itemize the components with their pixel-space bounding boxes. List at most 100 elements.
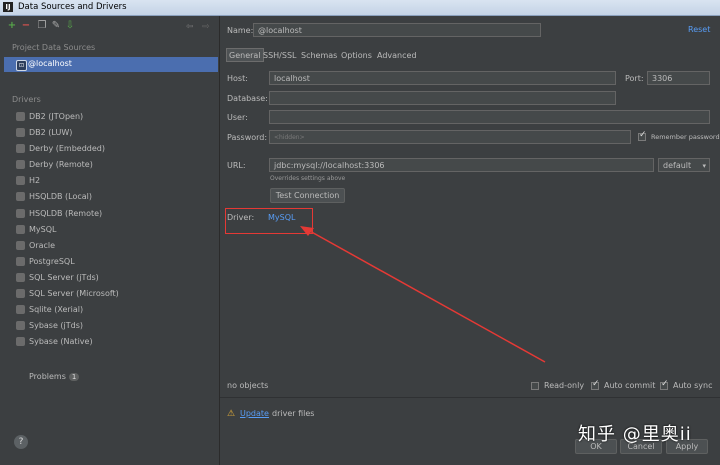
driver-item[interactable]: H2 <box>0 173 219 189</box>
port-input[interactable]: 3306 <box>647 71 710 85</box>
properties-icon[interactable]: ✎ <box>50 20 62 32</box>
driver-item-label: H2 <box>29 176 41 186</box>
driver-item[interactable]: HSQLDB (Local) <box>0 189 219 205</box>
user-label: User: <box>227 113 248 122</box>
driver-item-label: Sqlite (Xerial) <box>29 305 84 315</box>
db2-icon <box>16 112 25 121</box>
url-mode-value: default <box>663 161 692 170</box>
driver-item[interactable]: SQL Server (jTds) <box>0 270 219 286</box>
driver-item[interactable]: MySQL <box>0 222 219 238</box>
database-label: Database: <box>227 94 268 103</box>
url-mode-select[interactable]: default ▾ <box>658 158 710 172</box>
driver-item-label: DB2 (JTOpen) <box>29 112 84 121</box>
reset-link[interactable]: Reset <box>688 25 710 34</box>
project-data-sources-label: Project Data Sources <box>12 43 96 52</box>
driver-item[interactable]: SQL Server (Microsoft) <box>0 286 219 302</box>
driver-item-label: HSQLDB (Local) <box>29 192 93 202</box>
sybase-icon <box>16 321 25 331</box>
zhihu-watermark: 知乎 @里奥ii <box>578 424 692 445</box>
warning-icon: ⚠ <box>227 409 236 419</box>
driver-item[interactable]: Oracle <box>0 238 219 254</box>
driver-item[interactable]: PostgreSQL <box>0 254 219 270</box>
help-button[interactable]: ? <box>14 435 28 449</box>
tab-ssh-ssl[interactable]: SSH/SSL <box>260 48 299 62</box>
problems-item[interactable]: Problems 1 <box>29 372 80 381</box>
driver-item-label: Derby (Embedded) <box>29 144 105 154</box>
tab-schemas[interactable]: Schemas <box>298 48 340 62</box>
driver-item-label: PostgreSQL <box>29 256 75 266</box>
data-source-localhost[interactable]: ⊡ @localhost <box>4 57 218 72</box>
password-label: Password: <box>227 133 268 142</box>
driver-item[interactable]: Sybase (jTds) <box>0 318 219 334</box>
driver-item-label: Sybase (Native) <box>29 337 93 347</box>
derby-icon <box>16 160 25 170</box>
driver-item-label: Sybase (jTds) <box>29 321 84 331</box>
driver-item-label: MySQL <box>29 224 57 234</box>
hsqldb-icon <box>16 208 25 218</box>
driver-item-label: SQL Server (Microsoft) <box>29 289 119 299</box>
driver-item-label: Oracle <box>29 240 56 250</box>
problems-count-badge: 1 <box>68 373 80 381</box>
driver-item[interactable]: Derby (Embedded) <box>0 141 219 157</box>
nav-forward-icon[interactable]: ⇨ <box>202 22 210 32</box>
tab-advanced[interactable]: Advanced <box>374 48 420 62</box>
url-input[interactable]: jdbc:mysql://localhost:3306 <box>269 158 654 172</box>
auto-sync-checkbox[interactable] <box>660 379 669 390</box>
password-input[interactable]: <hidden> <box>269 130 631 144</box>
oracle-icon <box>16 240 25 250</box>
problems-label: Problems <box>29 372 66 381</box>
read-only-checkbox[interactable] <box>531 382 539 390</box>
driver-item-label: DB2 (LUW) <box>29 128 73 138</box>
remember-password-label: Remember password <box>651 133 720 141</box>
drivers-label: Drivers <box>12 95 41 104</box>
data-source-label: @localhost <box>28 59 72 68</box>
driver-item[interactable]: Sqlite (Xerial) <box>0 302 219 318</box>
driver-item[interactable]: Derby (Remote) <box>0 157 219 173</box>
driver-item-label: HSQLDB (Remote) <box>29 208 103 218</box>
driver-item[interactable]: DB2 (LUW) <box>0 125 219 141</box>
driver-item[interactable]: Sybase (Native) <box>0 334 219 350</box>
copy-icon[interactable]: ❐ <box>36 20 48 32</box>
nav-back-icon[interactable]: ⇦ <box>186 22 194 32</box>
database-input[interactable] <box>269 91 616 105</box>
sybase-icon <box>16 337 25 347</box>
port-label: Port: <box>625 74 644 83</box>
driver-item[interactable]: DB2 (JTOpen) <box>0 109 219 125</box>
host-input[interactable]: localhost <box>269 71 616 85</box>
remember-password-checkbox[interactable] <box>638 130 647 141</box>
mysql-icon <box>16 224 25 234</box>
auto-commit-checkbox[interactable] <box>591 379 600 390</box>
db2-icon <box>16 128 25 138</box>
driver-list: DB2 (JTOpen) DB2 (LUW) Derby (Embedded) Der… <box>0 109 219 350</box>
driver-item-label: Derby (Remote) <box>29 160 93 170</box>
name-label: Name: <box>227 26 254 35</box>
sqlite-icon <box>16 305 25 315</box>
update-driver-files-text: driver files <box>272 409 315 418</box>
tab-options[interactable]: Options <box>338 48 375 62</box>
import-icon[interactable]: ⇩ <box>64 20 76 32</box>
left-pane: + − ❐ ✎ ⇩ ⇦ ⇨ Project Data Sources ⊡ @lo… <box>0 16 220 465</box>
window-title: Data Sources and Drivers <box>18 2 127 12</box>
test-connection-button[interactable]: Test Connection <box>270 188 345 203</box>
auto-commit-label: Auto commit <box>604 381 656 390</box>
url-label: URL: <box>227 161 246 170</box>
host-label: Host: <box>227 74 248 83</box>
overrides-note: Overrides settings above <box>270 175 346 182</box>
user-input[interactable] <box>269 110 710 124</box>
postgresql-icon <box>16 256 25 266</box>
sqlserver-icon <box>16 272 25 282</box>
auto-sync-label: Auto sync <box>673 381 713 390</box>
hsqldb-icon <box>16 192 25 202</box>
tab-general[interactable]: General <box>226 48 264 62</box>
update-link[interactable]: Update <box>240 409 269 418</box>
driver-item[interactable]: HSQLDB (Remote) <box>0 206 219 222</box>
intellij-app-icon: IJ <box>3 2 13 12</box>
remove-icon[interactable]: − <box>20 20 32 32</box>
h2-icon <box>16 176 25 186</box>
bottom-separator <box>220 397 720 398</box>
name-input[interactable]: @localhost <box>253 23 541 37</box>
right-pane: Name: @localhost Reset General SSH/SSL S… <box>220 16 720 465</box>
add-icon[interactable]: + <box>6 20 18 32</box>
chevron-down-icon: ▾ <box>702 162 706 170</box>
driver-item-label: SQL Server (jTds) <box>29 272 99 282</box>
